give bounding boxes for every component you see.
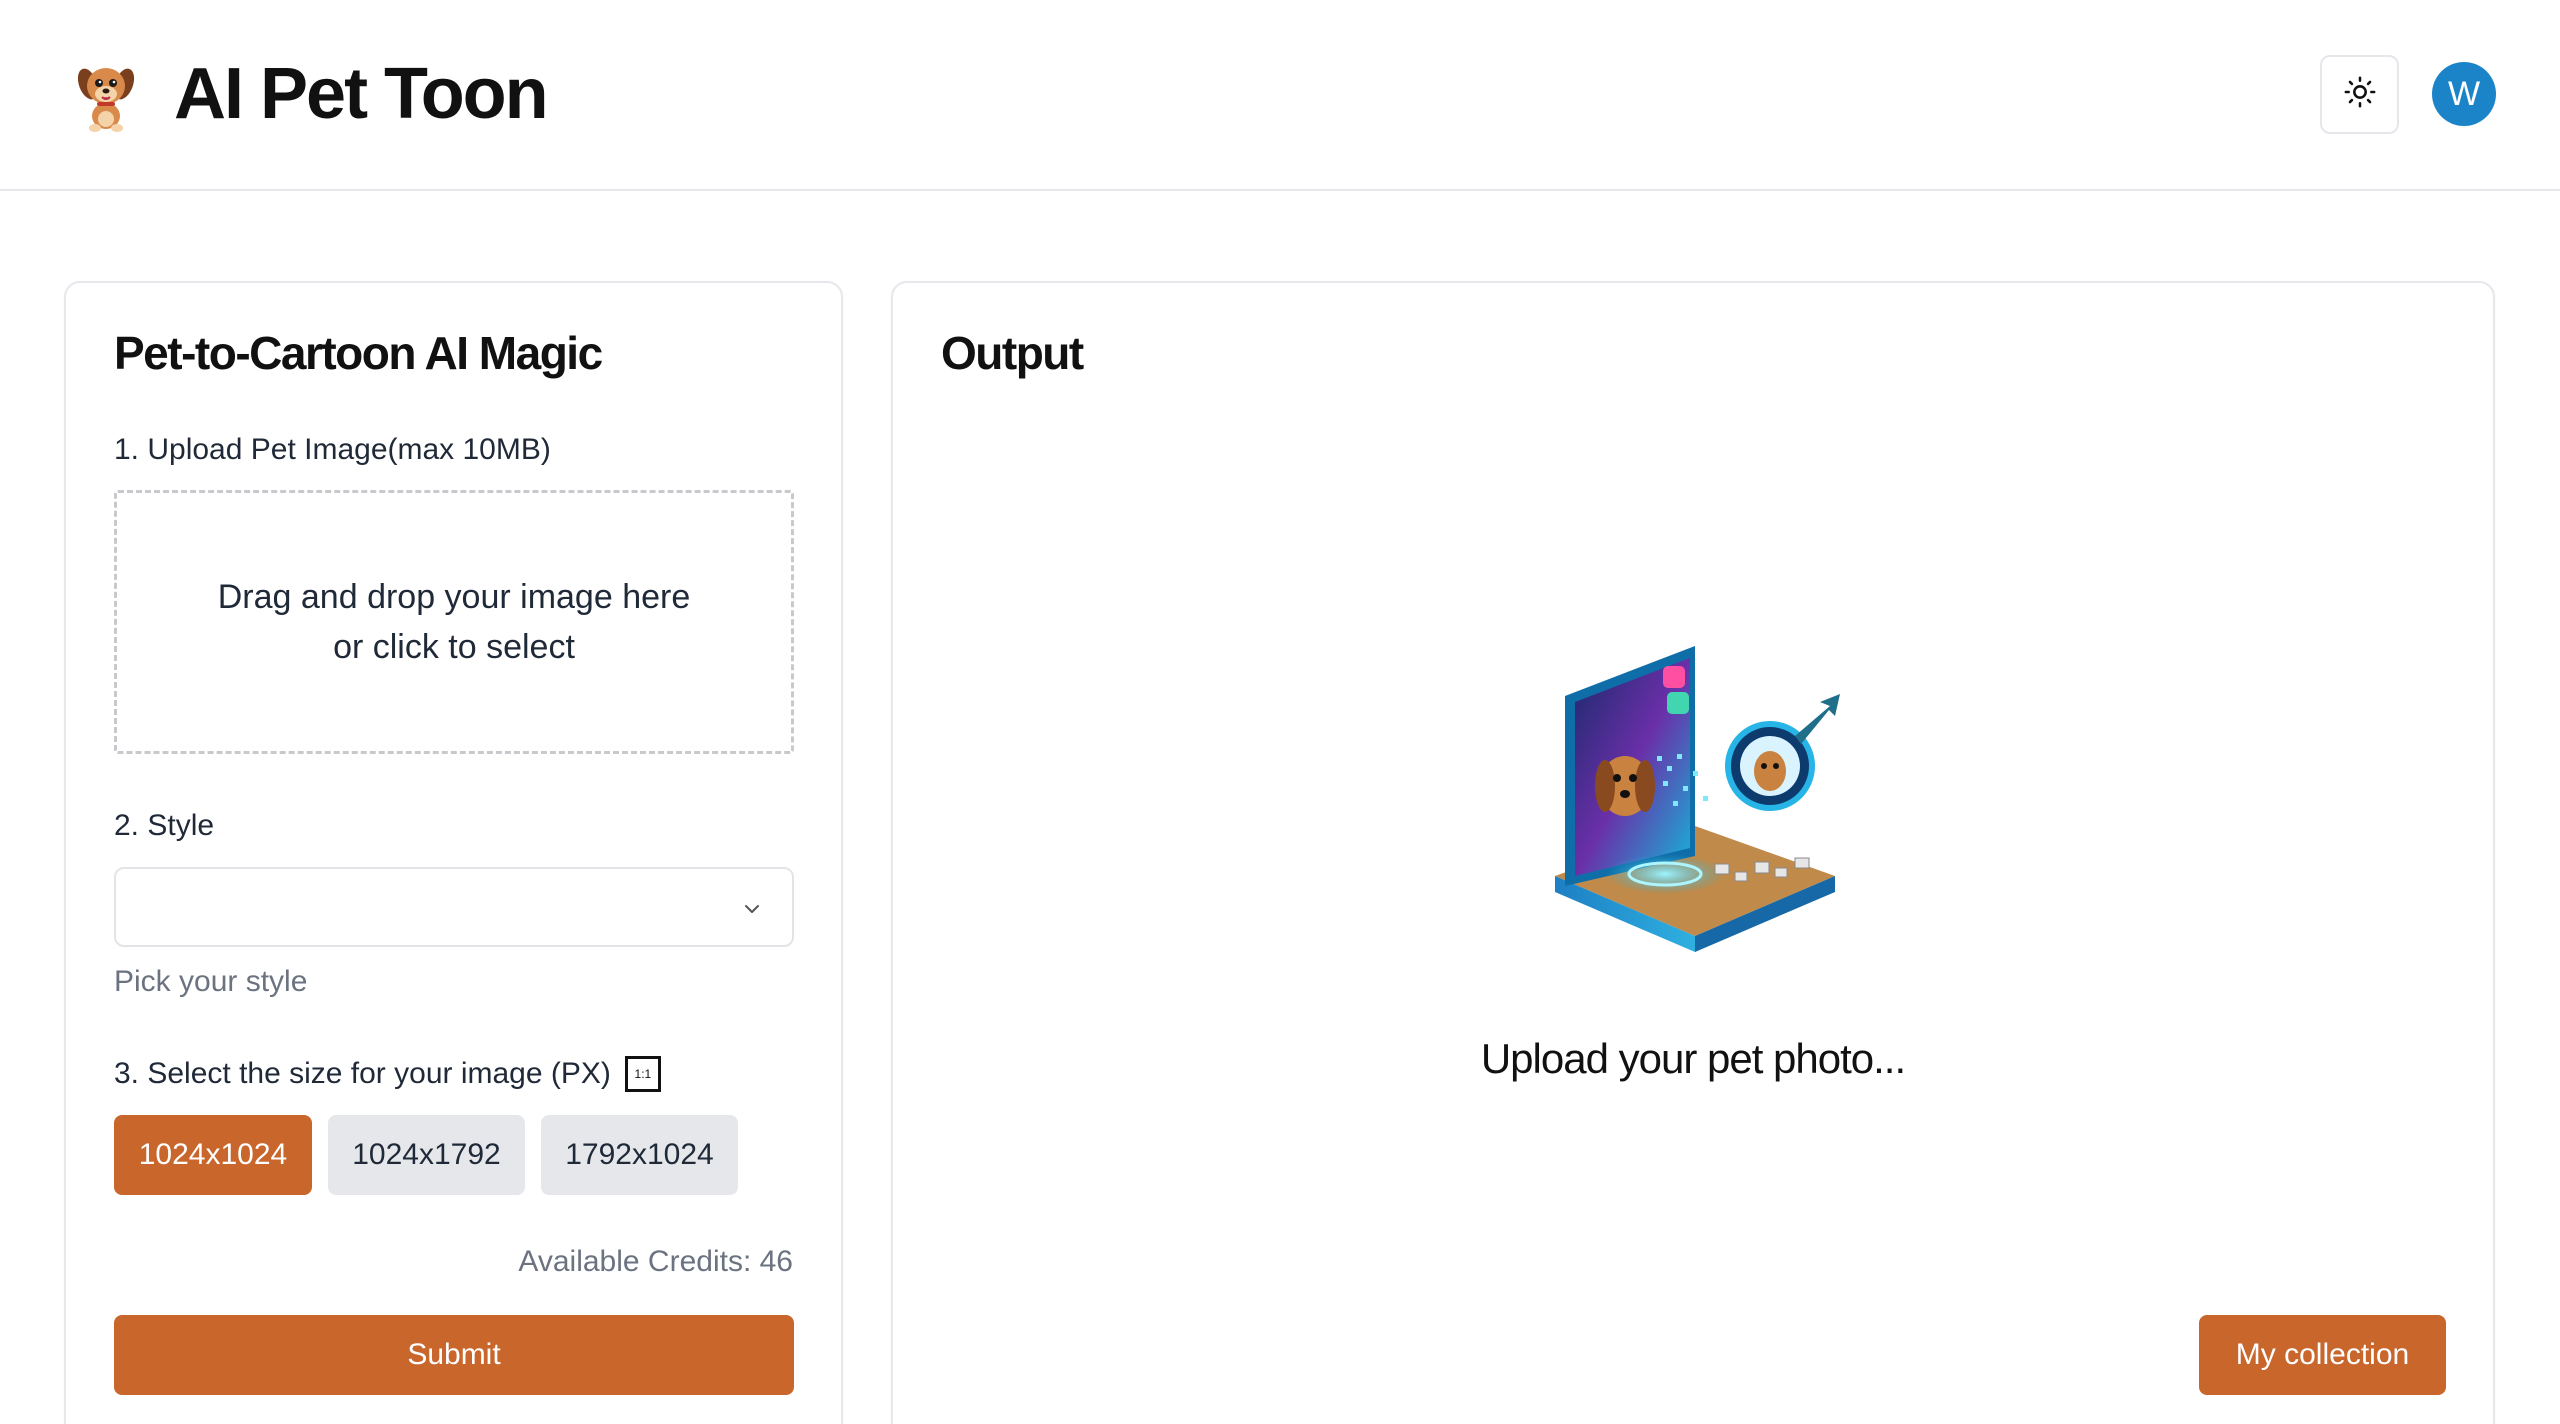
theme-toggle-button[interactable]: [2320, 55, 2399, 134]
input-panel: Pet-to-Cartoon AI Magic 1. Upload Pet Im…: [64, 281, 843, 1424]
app-title: AI Pet Toon: [174, 54, 549, 134]
style-helper-text: Pick your style: [114, 965, 308, 998]
user-avatar[interactable]: W: [2432, 62, 2496, 126]
top-header: AI Pet Toon W: [0, 0, 2560, 191]
my-collection-button[interactable]: My collection: [2199, 1315, 2446, 1395]
size-label-row: 3. Select the size for your image (PX) 1…: [114, 1055, 661, 1093]
output-panel: Output Upload your pet photo... My colle…: [891, 281, 2495, 1424]
output-placeholder-text: Upload your pet photo...: [1480, 1035, 1906, 1082]
output-title: Output: [941, 327, 1084, 379]
submit-button[interactable]: Submit: [114, 1315, 794, 1395]
size-label: 3. Select the size for your image (PX): [114, 1057, 611, 1090]
puppy-logo-icon[interactable]: [68, 56, 144, 132]
pet-transform-illustration: [1545, 636, 1845, 952]
image-dropzone[interactable]: Drag and drop your image here or click t…: [114, 490, 794, 754]
style-select[interactable]: [114, 867, 794, 947]
aspect-ratio-text: 1:1: [634, 1067, 652, 1081]
size-option-1792x1024[interactable]: 1792x1024: [541, 1115, 738, 1195]
chevron-down-icon: [740, 897, 764, 926]
style-label: 2. Style: [114, 809, 215, 842]
aspect-ratio-icon: 1:1: [624, 1056, 661, 1092]
available-credits: Available Credits: 46: [518, 1245, 793, 1278]
sun-icon: [2343, 75, 2377, 114]
dropzone-line-1: Drag and drop your image here: [217, 578, 691, 616]
size-option-1024x1792[interactable]: 1024x1792: [328, 1115, 525, 1195]
size-option-1024x1024[interactable]: 1024x1024: [114, 1115, 312, 1195]
upload-label: 1. Upload Pet Image(max 10MB): [114, 433, 551, 466]
dropzone-line-2: or click to select: [333, 628, 575, 666]
panel-title: Pet-to-Cartoon AI Magic: [114, 327, 603, 379]
